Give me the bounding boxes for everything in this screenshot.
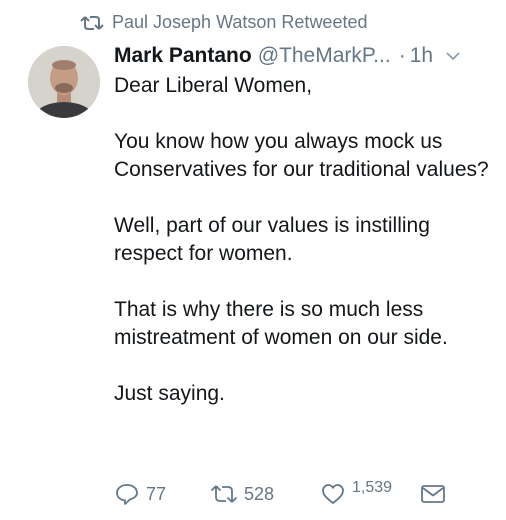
- tweet-actions: 77 528 1,539: [114, 479, 446, 506]
- like-button[interactable]: 1,539: [320, 479, 420, 506]
- reply-button[interactable]: 77: [114, 482, 210, 506]
- retweet-button[interactable]: 528: [210, 483, 320, 505]
- tweet-paragraph: Well, part of our values is instilling r…: [114, 214, 430, 265]
- like-count: 1,539: [352, 479, 393, 496]
- tweet[interactable]: Paul Joseph Watson Retweeted Mark Pantan…: [0, 0, 506, 520]
- like-icon: [322, 484, 344, 504]
- retweet-icon: [210, 485, 238, 503]
- retweet-icon: [80, 15, 104, 30]
- avatar-image: [28, 46, 100, 118]
- timestamp[interactable]: 1h: [410, 44, 433, 68]
- tweet-paragraph: Dear Liberal Women,: [114, 74, 313, 97]
- retweet-count: 528: [244, 483, 275, 504]
- author-line: Mark Pantano @TheMarkP... · 1h: [114, 44, 492, 68]
- user-handle[interactable]: @TheMarkP...: [258, 44, 391, 68]
- tweet-paragraph: That is why there is so much less mistre…: [114, 298, 448, 349]
- retweet-header[interactable]: Paul Joseph Watson Retweeted: [80, 12, 367, 33]
- retweet-header-text: Paul Joseph Watson Retweeted: [112, 12, 368, 32]
- direct-message-button[interactable]: [420, 483, 446, 505]
- avatar[interactable]: [28, 46, 100, 118]
- message-icon: [421, 485, 445, 503]
- display-name[interactable]: Mark Pantano: [114, 44, 252, 68]
- tweet-text: Dear Liberal Women, You know how you alw…: [114, 72, 494, 436]
- reply-count: 77: [146, 483, 167, 504]
- separator: ·: [398, 44, 406, 67]
- tweet-paragraph: Just saying.: [114, 382, 225, 405]
- tweet-paragraph: You know how you always mock us Conserva…: [114, 130, 489, 181]
- reply-icon: [116, 484, 138, 505]
- chevron-down-icon[interactable]: [445, 50, 461, 62]
